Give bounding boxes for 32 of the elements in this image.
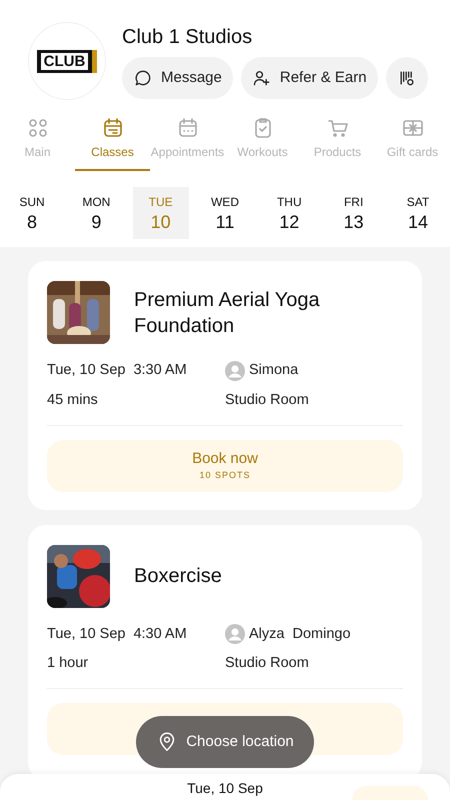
day-tab[interactable]: TUE 10 bbox=[132, 187, 189, 239]
scan-button[interactable] bbox=[386, 57, 428, 99]
sheet-date: Tue, 10 Sep bbox=[187, 780, 263, 798]
room-name: Studio Room bbox=[225, 654, 310, 674]
location-button[interactable]: Choose location bbox=[136, 716, 314, 768]
avatar-icon bbox=[225, 360, 245, 381]
class-date: Tue, 10 Sep bbox=[47, 361, 126, 380]
class-duration: 1 hour bbox=[47, 654, 90, 674]
room-name: Studio Room bbox=[225, 390, 310, 410]
day-tab[interactable]: FRI 13 bbox=[326, 187, 382, 239]
chat-bubble-icon bbox=[133, 68, 153, 88]
day-tab[interactable]: WED 11 bbox=[196, 187, 253, 239]
class-title: Boxercise bbox=[134, 564, 222, 589]
day-tab[interactable]: MON 9 bbox=[68, 187, 124, 239]
book-button[interactable]: Book now 10 SPOTS bbox=[47, 440, 403, 492]
class-date: Tue, 10 Sep bbox=[47, 624, 126, 644]
add-person-icon bbox=[252, 68, 272, 88]
refer-button[interactable]: Refer & Earn bbox=[240, 57, 378, 99]
class-time: 3:30 AM bbox=[133, 361, 187, 380]
day-tab[interactable]: SAT 14 bbox=[390, 187, 446, 239]
day-tab[interactable]: SUN 8 bbox=[4, 187, 60, 239]
class-time: 4:30 AM bbox=[133, 624, 187, 644]
instructor-name: Alyza Domingo bbox=[249, 624, 351, 644]
message-button[interactable]: Message bbox=[122, 57, 233, 99]
studio-name: Club 1 Studios bbox=[122, 25, 254, 50]
instructor-name: Simona bbox=[249, 361, 298, 380]
class-duration: 45 mins bbox=[47, 390, 99, 410]
day-tab[interactable]: THU 12 bbox=[261, 187, 318, 239]
tab[interactable]: Classes bbox=[75, 116, 150, 171]
logo-text: CLUB bbox=[40, 52, 88, 70]
class-title: Premium Aerial Yoga Foundation bbox=[134, 288, 321, 338]
avatar-icon bbox=[225, 624, 245, 644]
